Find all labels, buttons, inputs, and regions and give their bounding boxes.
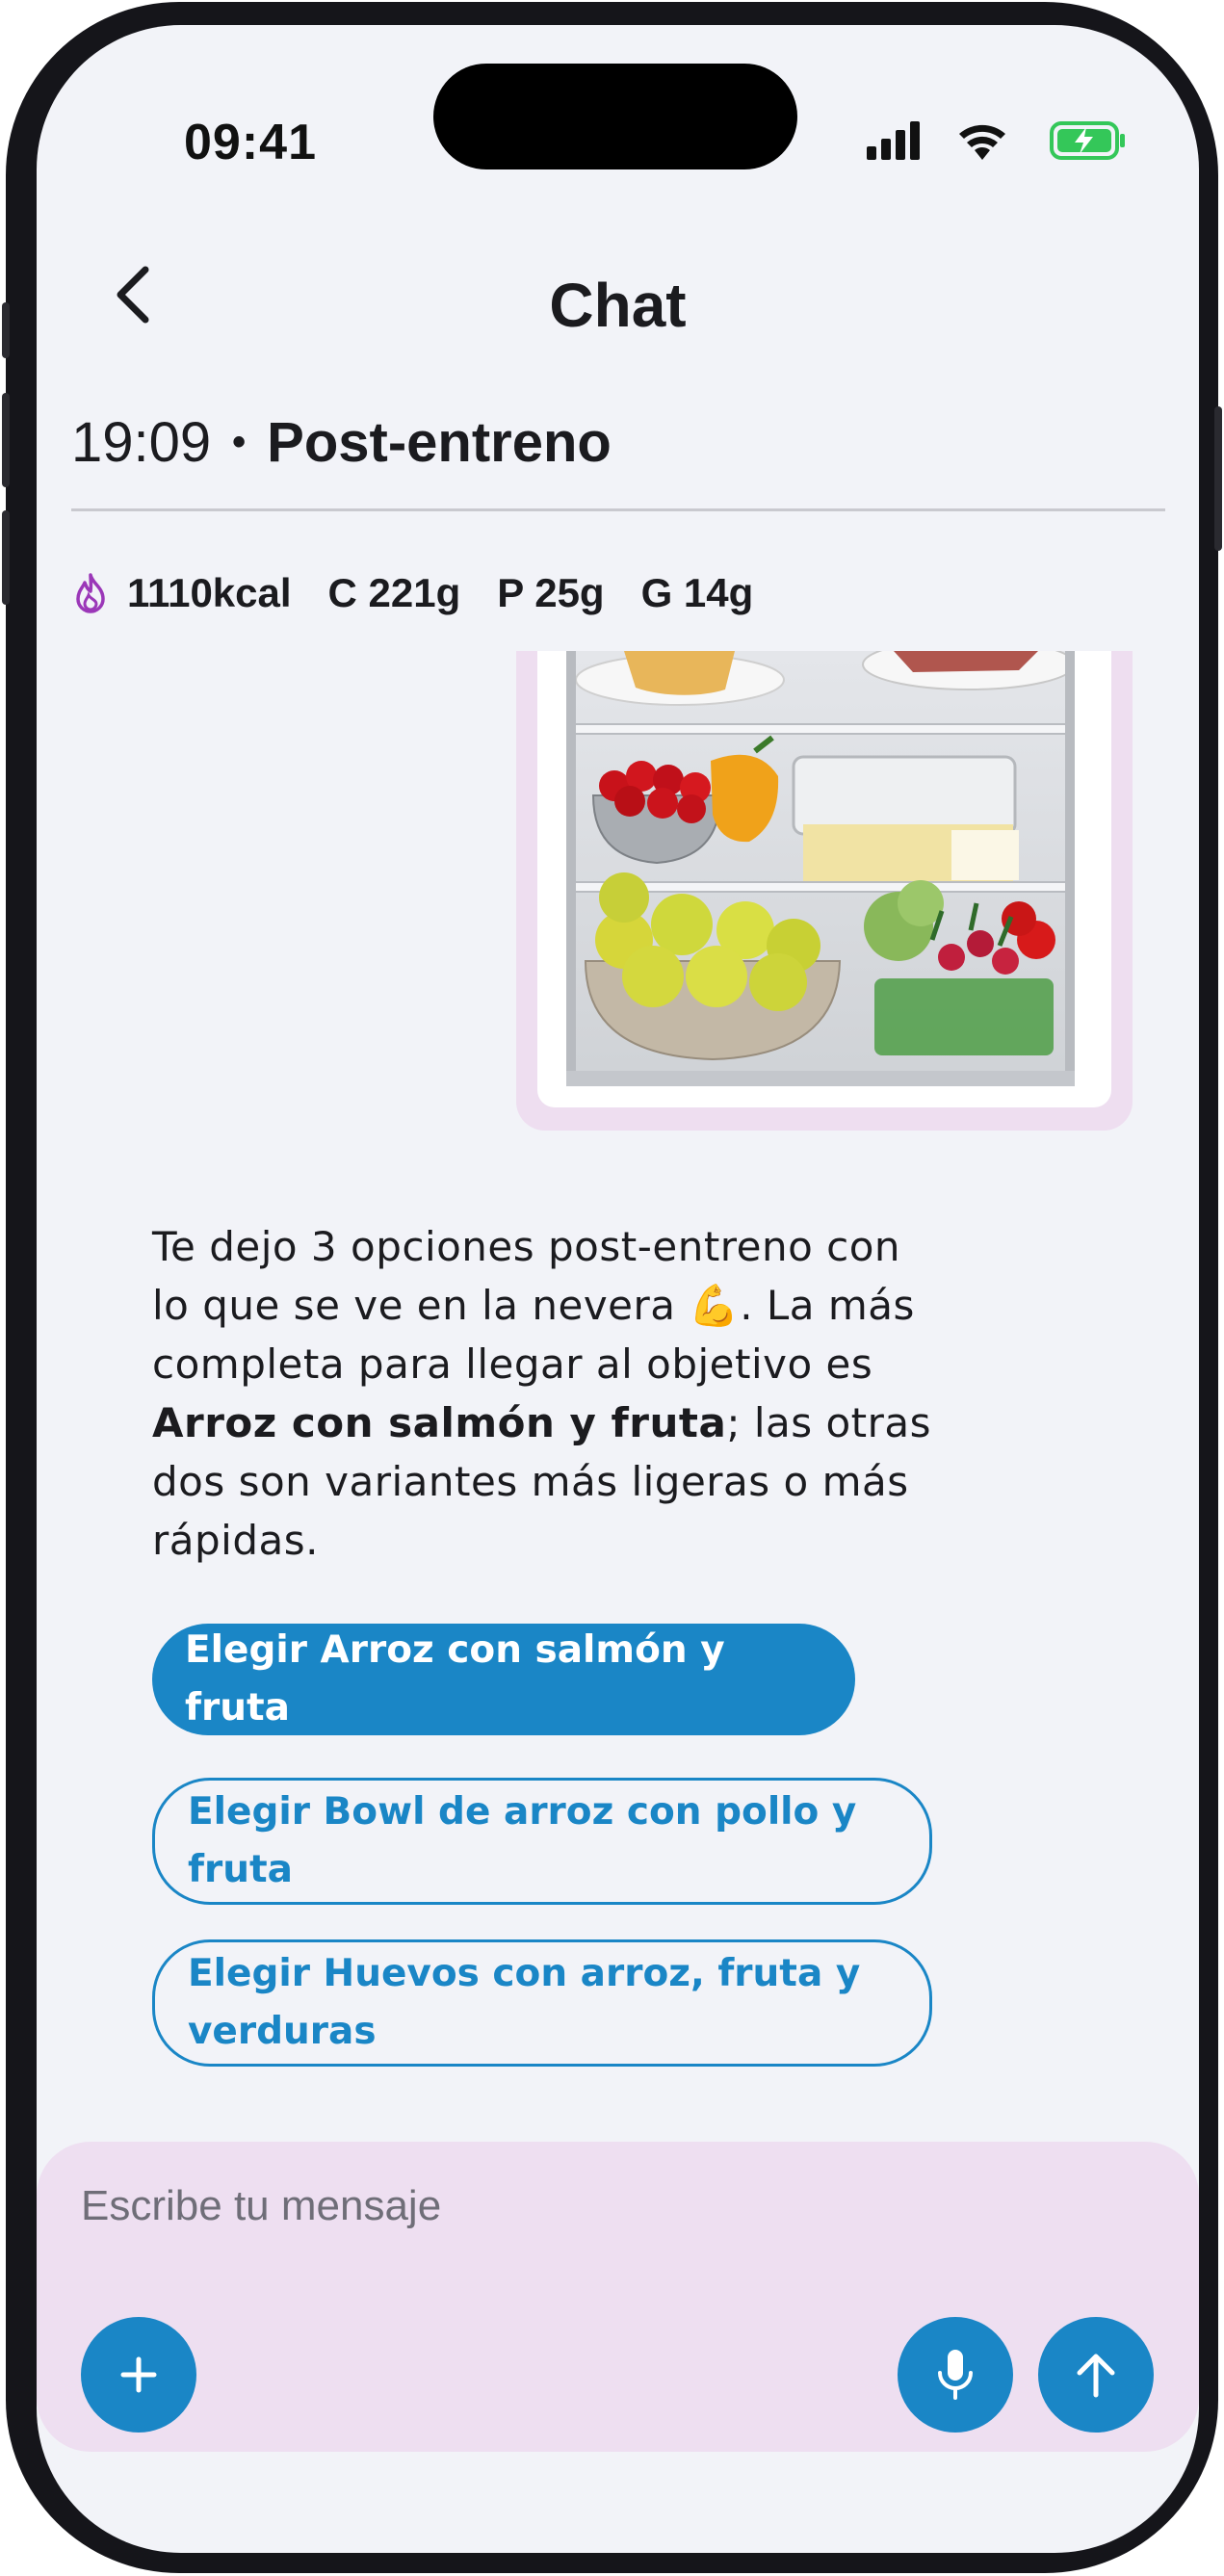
choose-option-2-button[interactable]: Elegir Bowl de arroz con pollo y fruta [152, 1778, 932, 1905]
assistant-message: Te dejo 3 opciones post-entreno con lo q… [152, 1217, 942, 1570]
volume-down-button [2, 510, 10, 605]
power-button [1214, 406, 1222, 551]
page-title: Chat [549, 271, 687, 340]
macro-carbs: C 221g [327, 570, 461, 615]
fridge-photo [566, 651, 1075, 1086]
user-image-bubble[interactable] [516, 651, 1133, 1131]
image-frame [537, 651, 1111, 1107]
message-input[interactable] [81, 2182, 1044, 2230]
wifi-icon [959, 124, 1005, 160]
microphone-icon [938, 2350, 973, 2400]
choose-option-1-button[interactable]: Elegir Arroz con salmón y fruta [152, 1624, 855, 1735]
action-button [2, 302, 10, 358]
dynamic-island [433, 64, 797, 169]
screen: 09:41 Chat 19:09 • Post-entreno 1110kcal… [37, 25, 1199, 2553]
choose-option-3-button[interactable]: Elegir Huevos con arroz, fruta y verdura… [152, 1939, 932, 2067]
arrow-up-icon [1077, 2354, 1115, 2398]
macro-fat: G 14g [640, 570, 754, 615]
add-attachment-button[interactable] [81, 2317, 196, 2433]
send-button[interactable] [1038, 2317, 1154, 2433]
meal-separator: • [232, 421, 247, 463]
flame-icon [76, 573, 105, 613]
option-1-label: Elegir Arroz con salmón y fruta [185, 1628, 725, 1730]
message-highlight: Arroz con salmón y fruta [152, 1399, 727, 1446]
battery-icon [1050, 121, 1125, 160]
meal-time: 19:09 [71, 411, 212, 474]
flexed-biceps-emoji: 💪 [689, 1282, 741, 1329]
meal-name: Post-entreno [267, 411, 612, 474]
signal-icon [867, 121, 920, 160]
message-composer [37, 2142, 1199, 2452]
macro-kcal: 1110kcal [127, 570, 292, 615]
macro-protein: P 25g [497, 570, 605, 615]
phone-frame: 09:41 Chat 19:09 • Post-entreno 1110kcal… [2, 2, 1222, 2573]
volume-up-button [2, 393, 10, 487]
plus-icon [120, 2356, 157, 2393]
status-time: 09:41 [184, 115, 317, 170]
meal-header: 19:09 • Post-entreno [71, 410, 1169, 475]
header-divider [71, 508, 1165, 511]
option-3-label: Elegir Huevos con arroz, fruta y verdura… [188, 1952, 861, 2053]
voice-input-button[interactable] [898, 2317, 1013, 2433]
option-2-label: Elegir Bowl de arroz con pollo y fruta [188, 1790, 857, 1891]
macro-summary: 1110kcal C 221g P 25g G 14g [71, 570, 790, 616]
status-icons [867, 121, 1125, 160]
